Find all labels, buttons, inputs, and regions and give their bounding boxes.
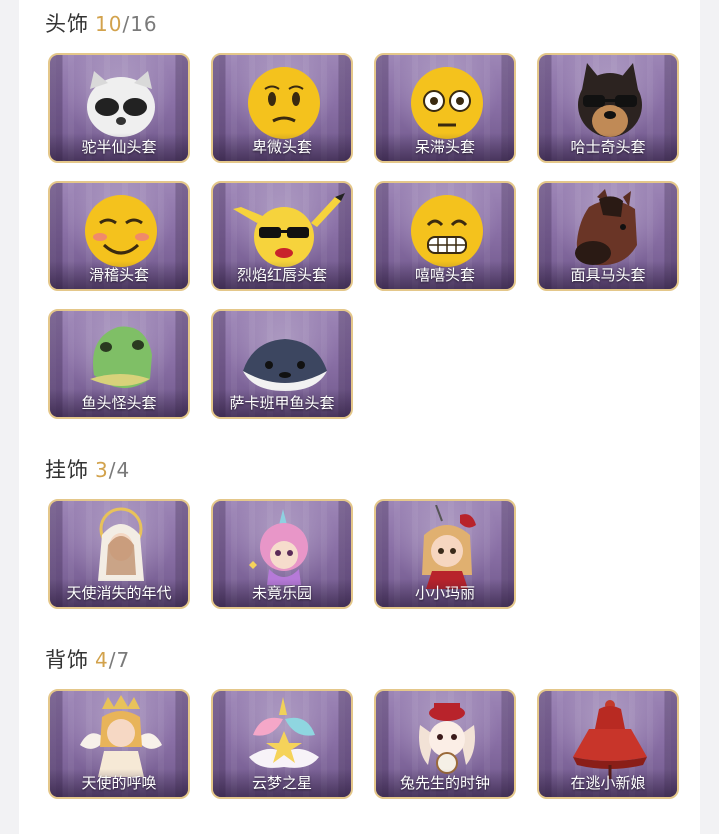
total-count: /7 (108, 648, 131, 672)
dazed-face-mask-icon (411, 67, 483, 139)
angel-back-icon (80, 695, 162, 777)
item-card[interactable]: 云梦之星 (211, 689, 353, 799)
angel-pendant-icon (98, 507, 144, 581)
item-card[interactable]: 卑微头套 (211, 53, 353, 163)
item-card[interactable]: 滑稽头套 (48, 181, 190, 291)
section-header-back-accessory: 背饰 4/7 (45, 644, 130, 674)
total-count: /16 (122, 12, 158, 36)
item-label: 滑稽头套 (50, 261, 188, 289)
fish-head-mask-icon (90, 326, 152, 389)
collection-count: 4/7 (95, 648, 130, 672)
husky-mask-icon (578, 63, 642, 137)
item-label: 天使的呼唤 (50, 769, 188, 797)
item-card[interactable]: 天使消失的年代 (48, 499, 190, 609)
item-card[interactable]: 呆滞头套 (374, 53, 516, 163)
item-card[interactable]: 未竟乐园 (211, 499, 353, 609)
section-title: 背饰 (45, 648, 89, 672)
item-label: 卑微头套 (213, 133, 351, 161)
item-card[interactable]: 在逃小新娘 (537, 689, 679, 799)
unicorn-star-back-icon (249, 697, 319, 768)
sacabambaspis-mask-icon (243, 339, 327, 391)
item-label: 萨卡班甲鱼头套 (213, 389, 351, 417)
item-label: 鱼头怪头套 (50, 389, 188, 417)
item-label: 烈焰红唇头套 (213, 261, 351, 289)
pikachu-mask-icon (233, 193, 345, 267)
section-title: 头饰 (45, 12, 89, 36)
owned-count: 10 (95, 12, 123, 36)
item-card[interactable]: 烈焰红唇头套 (211, 181, 353, 291)
total-count: /4 (108, 458, 131, 482)
item-label: 天使消失的年代 (50, 579, 188, 607)
grin-face-mask-icon (411, 195, 483, 267)
item-card[interactable]: 面具马头套 (537, 181, 679, 291)
item-card[interactable]: 兔先生的时钟 (374, 689, 516, 799)
item-label: 小小玛丽 (376, 579, 514, 607)
item-label: 哈士奇头套 (539, 133, 677, 161)
owned-count: 3 (95, 458, 109, 482)
item-card[interactable]: 萨卡班甲鱼头套 (211, 309, 353, 419)
horse-mask-icon (575, 189, 637, 266)
item-label: 呆滞头套 (376, 133, 514, 161)
item-card[interactable]: 驼半仙头套 (48, 53, 190, 163)
section-header-pendant: 挂饰 3/4 (45, 454, 130, 484)
item-label: 兔先生的时钟 (376, 769, 514, 797)
item-label: 在逃小新娘 (539, 769, 677, 797)
collection-count: 3/4 (95, 458, 130, 482)
item-card[interactable]: 小小玛丽 (374, 499, 516, 609)
item-card[interactable]: 鱼头怪头套 (48, 309, 190, 419)
raccoon-mask-icon (87, 71, 155, 137)
item-card[interactable]: 天使的呼唤 (48, 689, 190, 799)
collection-page: 头饰 10/16 驼半仙头套 卑微头套 呆滞头套 哈士奇头套 滑稽头套 烈焰红唇… (19, 0, 700, 834)
collection-count: 10/16 (95, 12, 158, 36)
item-label: 云梦之星 (213, 769, 351, 797)
item-label: 驼半仙头套 (50, 133, 188, 161)
little-mary-pendant-icon (422, 505, 476, 589)
item-label: 嘻嘻头套 (376, 261, 514, 289)
funny-face-mask-icon (85, 195, 157, 267)
item-card[interactable]: 嘻嘻头套 (374, 181, 516, 291)
unicorn-girl-pendant-icon (249, 509, 308, 585)
item-label: 未竟乐园 (213, 579, 351, 607)
bride-dress-back-icon (573, 700, 647, 779)
section-title: 挂饰 (45, 458, 89, 482)
humble-face-mask-icon (248, 67, 320, 139)
item-card[interactable]: 哈士奇头套 (537, 53, 679, 163)
item-label: 面具马头套 (539, 261, 677, 289)
rabbit-clock-back-icon (419, 703, 475, 774)
section-header-headwear: 头饰 10/16 (45, 8, 158, 38)
owned-count: 4 (95, 648, 109, 672)
